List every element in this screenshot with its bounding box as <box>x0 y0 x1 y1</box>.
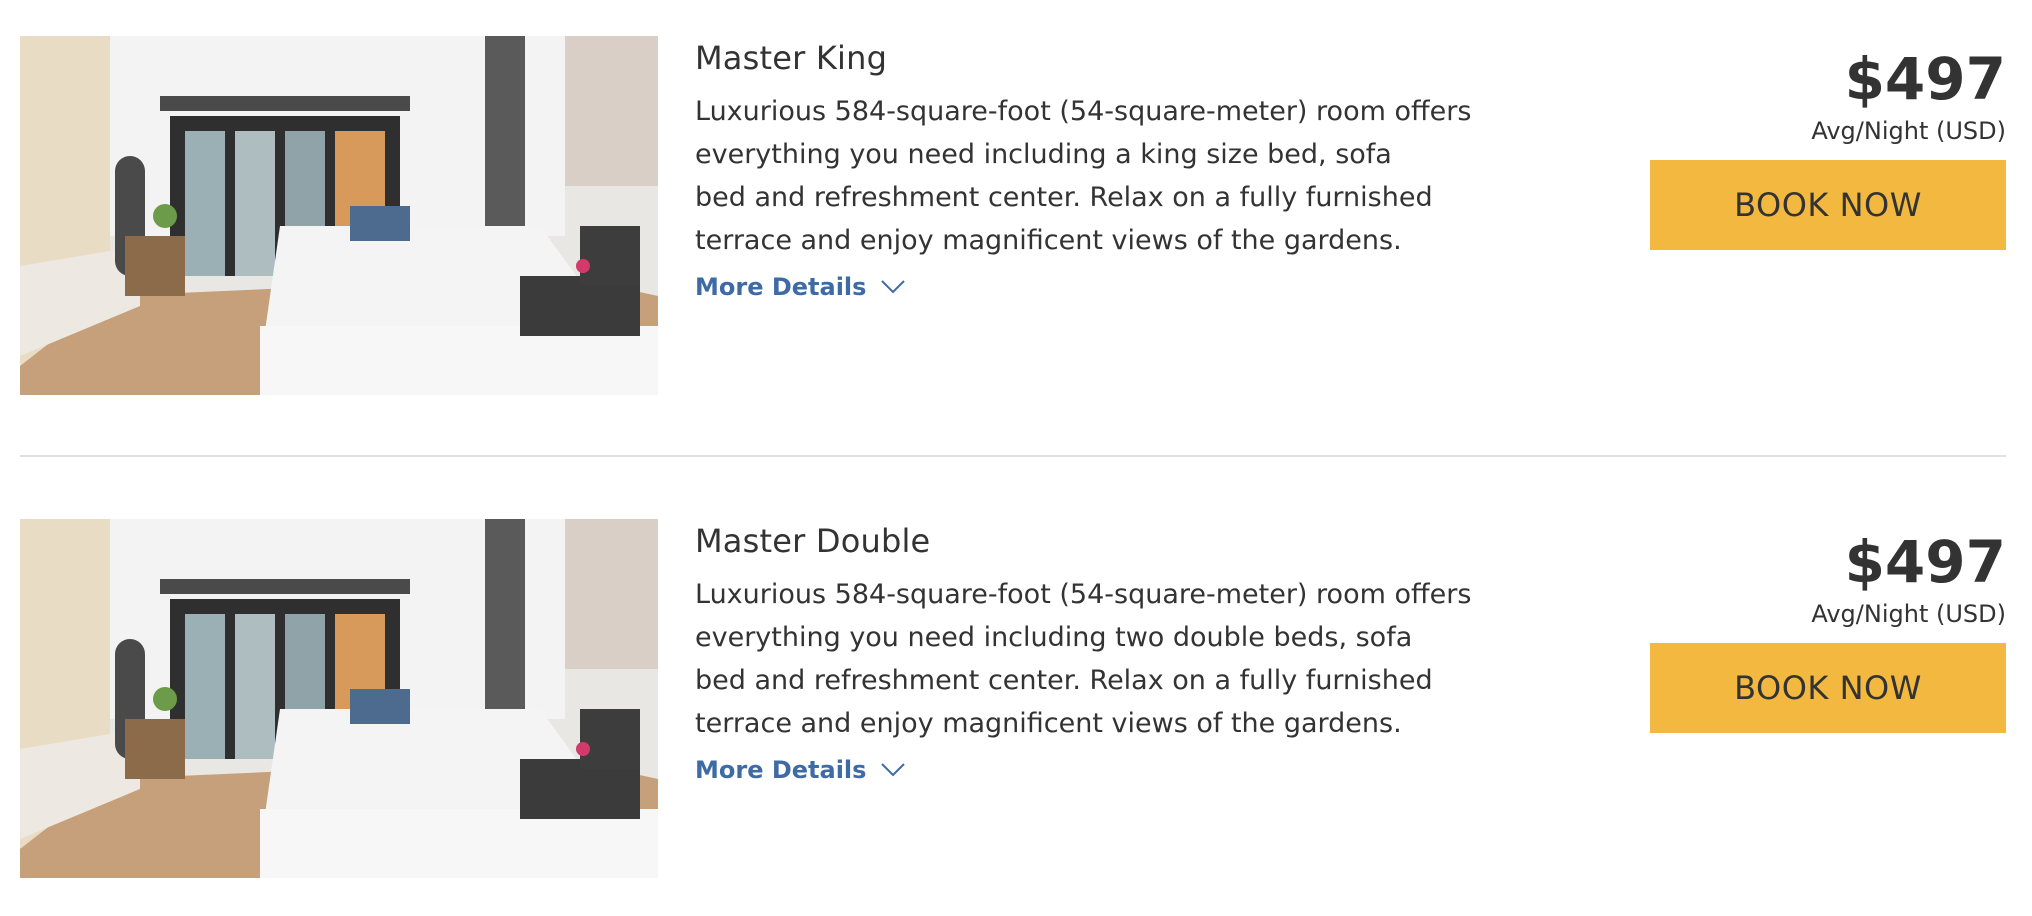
room-description-line: terrace and enjoy magnificent views of t… <box>695 708 1402 739</box>
room-description: Luxurious 584-square-foot (54-square-met… <box>695 573 1475 745</box>
room-description-line: everything you need including a king siz… <box>695 139 1392 170</box>
room-title: Master King <box>695 39 888 77</box>
price-unit: Avg/Night (USD) <box>1811 600 2006 628</box>
room-description-line: Luxurious 584-square-foot (54-square-met… <box>695 96 1472 127</box>
room-description-line: bed and refreshment center. Relax on a f… <box>695 665 1433 696</box>
divider <box>20 455 2006 457</box>
room-photo[interactable] <box>20 36 658 395</box>
room-info: Master King Luxurious 584-square-foot (5… <box>695 36 1495 304</box>
room-photo[interactable] <box>20 519 658 878</box>
room-card: Master King Luxurious 584-square-foot (5… <box>20 36 2006 396</box>
more-details-label: More Details <box>695 273 867 301</box>
book-now-button[interactable]: BOOK NOW <box>1650 643 2006 733</box>
more-details-link[interactable]: More Details <box>695 753 906 787</box>
book-now-button[interactable]: BOOK NOW <box>1650 160 2006 250</box>
chevron-down-icon <box>881 280 906 294</box>
price-block: $497 Avg/Night (USD) BOOK NOW <box>1646 519 2006 733</box>
price-unit: Avg/Night (USD) <box>1811 117 2006 145</box>
room-title: Master Double <box>695 522 931 560</box>
room-photo-graphic <box>20 36 658 395</box>
more-details-link[interactable]: More Details <box>695 270 906 304</box>
price: $497 <box>1844 528 2006 596</box>
room-description-line: terrace and enjoy magnificent views of t… <box>695 225 1402 256</box>
room-description: Luxurious 584-square-foot (54-square-met… <box>695 90 1475 262</box>
room-info: Master Double Luxurious 584-square-foot … <box>695 519 1495 787</box>
chevron-down-icon <box>881 763 906 777</box>
more-details-label: More Details <box>695 756 867 784</box>
price-block: $497 Avg/Night (USD) BOOK NOW <box>1646 36 2006 250</box>
room-card: Master Double Luxurious 584-square-foot … <box>20 519 2006 879</box>
room-description-line: Luxurious 584-square-foot (54-square-met… <box>695 579 1472 610</box>
price: $497 <box>1844 45 2006 113</box>
room-description-line: everything you need including two double… <box>695 622 1413 653</box>
room-description-line: bed and refreshment center. Relax on a f… <box>695 182 1433 213</box>
room-photo-graphic <box>20 519 658 878</box>
